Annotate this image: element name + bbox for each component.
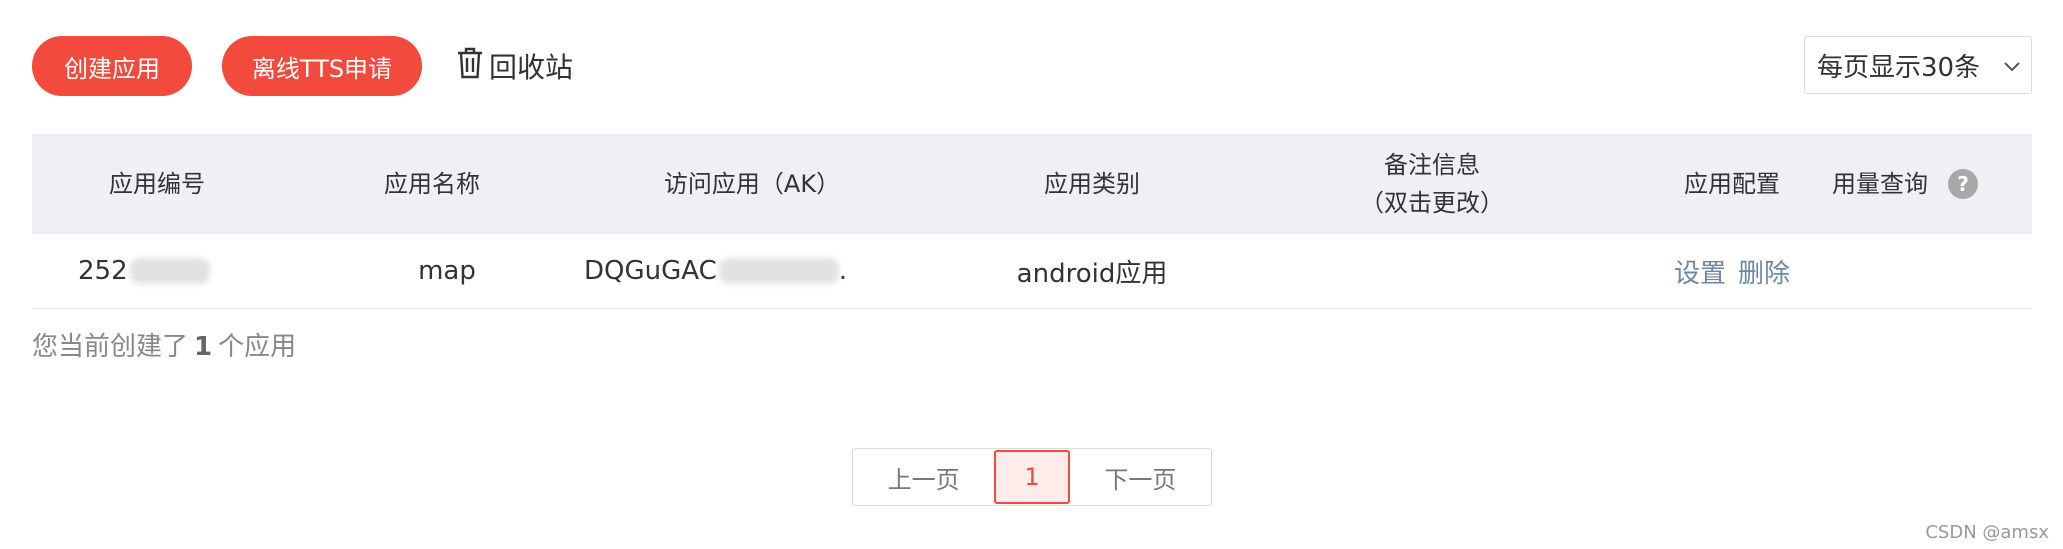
cell-access-ak: DQGuGAC . <box>562 234 964 308</box>
help-icon[interactable]: ? <box>1948 169 1978 199</box>
header-app-name: 应用名称 <box>384 170 480 198</box>
header-remark: 备注信息 （双击更改） <box>1282 134 1582 234</box>
create-app-button[interactable]: 创建应用 <box>32 36 192 96</box>
per-page-select[interactable]: 每页显示30条 <box>1804 36 2032 94</box>
header-app-id: 应用编号 <box>109 170 205 198</box>
prev-page-button[interactable]: 上一页 <box>853 449 994 505</box>
header-remark-line2: （双击更改） <box>1360 189 1504 217</box>
app-count-summary: 您当前创建了 1 个应用 <box>32 326 296 363</box>
cell-app-id: 252 <box>52 234 288 308</box>
recycle-bin-link[interactable]: 回收站 <box>455 44 573 88</box>
offline-tts-button[interactable]: 离线TTS申请 <box>222 36 422 96</box>
header-usage-label: 用量查询 <box>1832 170 1928 198</box>
watermark: CSDN @amsx <box>1925 522 2049 543</box>
header-remark-line1: 备注信息 <box>1384 151 1480 179</box>
trash-icon <box>455 46 485 87</box>
redacted-mask <box>129 258 210 284</box>
delete-link[interactable]: 删除 <box>1738 253 1790 290</box>
header-usage: 用量查询 ? <box>1832 134 2032 234</box>
table-row: 252 map DQGuGAC . android应用 设置 删除 <box>32 234 2032 309</box>
per-page-value: 每页显示30条 <box>1817 52 1981 83</box>
chevron-down-icon <box>2003 50 2021 80</box>
access-ak-tail: . <box>838 256 848 286</box>
header-config: 应用配置 <box>1684 170 1780 198</box>
pagination: 上一页 1 下一页 <box>852 448 1212 506</box>
summary-prefix: 您当前创建了 <box>32 332 189 362</box>
summary-suffix: 个应用 <box>218 332 297 362</box>
recycle-bin-label: 回收站 <box>489 51 574 84</box>
cell-remark[interactable] <box>1282 234 1582 308</box>
access-ak-value: DQGuGAC <box>584 256 717 286</box>
redacted-mask <box>718 258 839 284</box>
app-id-value: 252 <box>78 256 128 286</box>
cell-app-type: android应用 <box>1016 258 1168 289</box>
header-app-type: 应用类别 <box>1044 170 1140 198</box>
app-table: 应用编号 应用名称 访问应用（AK） 应用类别 备注信息 （双击更改） 应用配置… <box>32 134 2032 309</box>
next-page-button[interactable]: 下一页 <box>1070 449 1211 505</box>
header-access-ak: 访问应用（AK） <box>663 170 841 198</box>
settings-link[interactable]: 设置 <box>1674 253 1726 290</box>
table-header: 应用编号 应用名称 访问应用（AK） 应用类别 备注信息 （双击更改） 应用配置… <box>32 134 2032 234</box>
cell-config: 设置 删除 <box>1642 234 1822 308</box>
cell-app-name: map <box>418 256 476 286</box>
page-1-button[interactable]: 1 <box>994 450 1070 504</box>
summary-count: 1 <box>194 332 213 362</box>
